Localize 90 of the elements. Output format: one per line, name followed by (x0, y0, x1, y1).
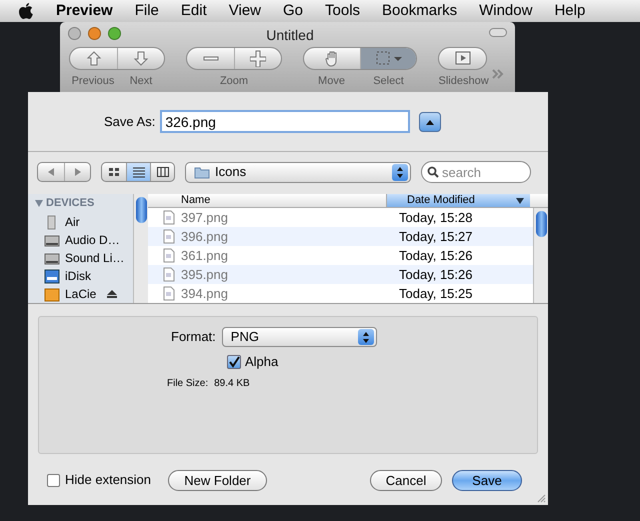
file-size-value: 89.4 KB (214, 376, 250, 390)
toolbar-label: Select (372, 74, 405, 89)
png-file-icon (163, 248, 175, 263)
eject-icon (107, 290, 118, 298)
menu-item[interactable]: File (134, 0, 159, 22)
resize-grip-icon (536, 493, 546, 503)
hard-drive-icon (44, 250, 60, 266)
back-arrow-icon (46, 167, 56, 177)
move-select-control[interactable] (303, 47, 417, 70)
up-arrow-icon (86, 50, 102, 67)
sort-descending-icon (516, 198, 524, 204)
sidebar-item[interactable]: Sound Li… (28, 249, 133, 267)
hide-extension-label: Hide extension (65, 471, 151, 490)
menu-item[interactable]: Bookmarks (382, 0, 458, 22)
toolbar-toggle-button[interactable] (489, 28, 507, 37)
png-file-icon (163, 229, 175, 244)
toolbar-label: Zoom (218, 74, 250, 89)
sidebar-item[interactable]: Audio D… (28, 231, 133, 249)
search-field[interactable]: search (421, 161, 531, 183)
menu-item[interactable]: Tools (325, 0, 360, 22)
checkmark-icon (228, 356, 240, 368)
zoom-light[interactable] (108, 26, 121, 40)
menu-app-name[interactable]: Preview (56, 0, 113, 22)
menu-item[interactable]: View (228, 0, 261, 22)
format-label: Format: (171, 328, 216, 346)
forward-arrow-icon (72, 167, 82, 177)
hard-drive-icon (44, 232, 60, 248)
alpha-checkbox[interactable] (227, 354, 241, 369)
up-triangle-icon (425, 118, 436, 124)
stepper-arrows-icon (396, 166, 404, 178)
filename-field[interactable]: 326.png (160, 110, 410, 133)
minus-icon (202, 56, 218, 61)
location-popup[interactable]: Icons (185, 162, 411, 182)
slideshow-button[interactable] (438, 47, 487, 70)
previous-next-control[interactable] (69, 47, 165, 70)
window-title: Untitled (265, 26, 315, 45)
list-icon (132, 166, 144, 178)
disclosure-button[interactable] (419, 112, 442, 132)
sidebar-item[interactable]: LaCie (28, 285, 133, 303)
save-as-label: Save As: (104, 112, 156, 131)
more-chevron-icon (492, 69, 504, 79)
sidebar-section-title: DEVICES (46, 196, 94, 212)
menu-item[interactable]: Window (479, 0, 532, 22)
alpha-label: Alpha (245, 353, 278, 371)
folder-icon (194, 166, 210, 178)
date-modified-cell-text: Today, 15:26 (398, 246, 472, 265)
down-arrow-icon (133, 50, 149, 67)
menu-item[interactable]: Help (554, 0, 586, 22)
plus-icon (250, 50, 266, 67)
new-folder-button[interactable]: New Folder (168, 470, 267, 490)
column-header[interactable]: Date Modified (386, 194, 530, 207)
file-name: 394.png (181, 284, 228, 303)
sidebar-item[interactable]: iDisk (28, 267, 133, 285)
date-modified-cell-text: Today, 15:26 (398, 266, 472, 284)
lacie-drive-icon (44, 286, 60, 302)
minimize-light[interactable] (88, 26, 101, 40)
slideshow-icon (454, 50, 470, 67)
grid-icon (108, 166, 120, 178)
file-size-label: File Size: (167, 376, 208, 390)
file-name: 361.png (181, 246, 228, 265)
menu-item[interactable]: Go (283, 0, 304, 22)
toolbar-label: Move (317, 74, 346, 89)
close-light[interactable] (68, 26, 81, 40)
zoom-control[interactable] (186, 47, 282, 70)
sidebar-item[interactable]: Air (28, 213, 133, 231)
dropdown-caret-icon (392, 56, 402, 62)
apple-logo-icon (18, 2, 34, 20)
png-file-icon (163, 267, 175, 282)
toolbar-label: Slideshow (438, 74, 486, 89)
hide-extension-checkbox[interactable] (47, 474, 60, 486)
selection-icon (374, 50, 390, 67)
file-name: 395.png (181, 266, 228, 284)
column-header[interactable]: Name (148, 194, 386, 207)
menu-item[interactable]: Edit (180, 0, 207, 22)
file-name: 396.png (181, 228, 228, 246)
idisk-icon (44, 268, 60, 284)
toolbar-label: Previous (70, 74, 116, 89)
cancel-button[interactable]: Cancel (370, 470, 442, 490)
date-modified-cell-text: Today, 15:25 (398, 284, 472, 303)
columns-icon (156, 166, 168, 178)
png-file-icon (163, 210, 175, 225)
date-modified-cell-text: Today, 15:28 (398, 208, 472, 227)
save-button[interactable]: Save (452, 470, 522, 490)
file-name: 397.png (181, 208, 228, 227)
date-modified-cell-text: Today, 15:27 (398, 228, 472, 246)
view-mode-button[interactable] (126, 163, 150, 181)
toolbar-label: Next (128, 74, 154, 89)
stepper-arrows-icon (362, 332, 370, 342)
search-icon (427, 166, 439, 178)
format-popup[interactable]: PNG (222, 327, 377, 347)
